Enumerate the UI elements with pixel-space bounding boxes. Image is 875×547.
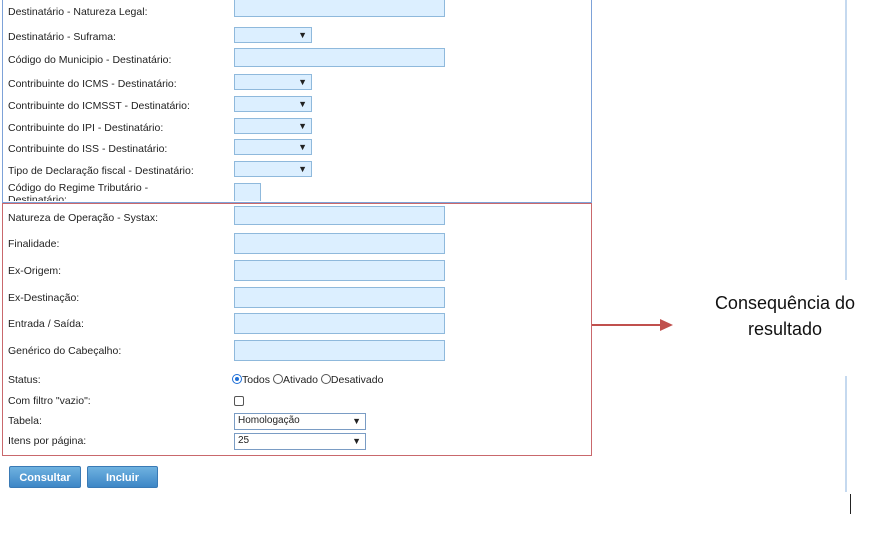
regime-tributario-input[interactable]	[234, 183, 261, 201]
chevron-down-icon: ▼	[298, 121, 307, 131]
field-contribuinte-icmsst: Contribuinte do ICMSST - Destinatário: ▼	[8, 96, 588, 116]
field-label: Genérico do Cabeçalho:	[8, 345, 122, 357]
field-label: Natureza de Operação - Systax:	[8, 212, 158, 224]
field-codigo-municipio: Código do Municipio - Destinatário:	[8, 48, 588, 70]
contribuinte-icms-select[interactable]: ▼	[234, 74, 312, 90]
field-natureza-legal: Destinatário - Natureza Legal:	[8, 0, 588, 22]
field-natureza-operacao: Natureza de Operação - Systax:	[8, 206, 588, 228]
radio-label: Ativado	[282, 374, 318, 386]
field-entrada-saida: Entrada / Saída:	[8, 313, 588, 334]
tabela-value: Homologação	[238, 415, 300, 426]
arrow-right-icon	[660, 319, 673, 331]
status-ativado-radio[interactable]	[272, 374, 283, 384]
field-itens-por-pagina: Itens por página: 25 ▼	[8, 431, 588, 451]
page-edge-line	[845, 376, 847, 492]
field-label: Ex-Destinação:	[8, 292, 80, 304]
annotation-note: Consequência do resultado	[690, 290, 875, 342]
field-label: Status:	[8, 374, 41, 386]
text-cursor	[850, 494, 851, 514]
suframa-select[interactable]: ▼	[234, 27, 312, 43]
field-label: Contribuinte do ISS - Destinatário:	[8, 143, 168, 155]
field-status: Status: Todos Ativado Desativado	[8, 370, 588, 390]
field-tabela: Tabela: Homologação ▼	[8, 411, 588, 431]
chevron-down-icon: ▼	[298, 99, 307, 109]
status-desativado-radio[interactable]	[320, 374, 331, 384]
codigo-municipio-input[interactable]	[234, 48, 445, 67]
field-ex-origem: Ex-Origem:	[8, 260, 588, 281]
field-label: Entrada / Saída:	[8, 318, 84, 330]
finalidade-input[interactable]	[234, 233, 445, 254]
radio-label: Desativado	[330, 374, 384, 386]
status-radio-group: Todos Ativado Desativado	[232, 370, 383, 390]
chevron-down-icon: ▼	[298, 142, 307, 152]
field-label: Tipo de Declaração fiscal - Destinatário…	[8, 165, 194, 177]
field-regime-tributario: Código do Regime Tributário - Destinatár…	[8, 183, 588, 201]
chevron-down-icon: ▼	[352, 416, 361, 426]
tabela-select[interactable]: Homologação ▼	[234, 413, 366, 430]
contribuinte-iss-select[interactable]: ▼	[234, 139, 312, 155]
itens-por-pagina-value: 25	[238, 435, 250, 446]
contribuinte-ipi-select[interactable]: ▼	[234, 118, 312, 134]
field-label: Contribuinte do ICMSST - Destinatário:	[8, 100, 190, 112]
ex-destinacao-input[interactable]	[234, 287, 445, 308]
radio-label: Todos	[242, 374, 271, 386]
entrada-saida-input[interactable]	[234, 313, 445, 334]
incluir-button[interactable]: Incluir	[87, 466, 158, 488]
field-contribuinte-icms: Contribuinte do ICMS - Destinatário: ▼	[8, 74, 588, 94]
tipo-declaracao-select[interactable]: ▼	[234, 161, 312, 177]
field-label: Contribuinte do IPI - Destinatário:	[8, 122, 164, 134]
field-contribuinte-ipi: Contribuinte do IPI - Destinatário: ▼	[8, 118, 588, 138]
field-label: Itens por página:	[8, 435, 87, 447]
consultar-button[interactable]: Consultar	[9, 466, 81, 488]
field-ex-destinacao: Ex-Destinação:	[8, 287, 588, 308]
field-label: Finalidade:	[8, 238, 60, 250]
field-suframa: Destinatário - Suframa: ▼	[8, 27, 588, 47]
field-label: Destinatário - Suframa:	[8, 31, 116, 43]
ex-origem-input[interactable]	[234, 260, 445, 281]
field-finalidade: Finalidade:	[8, 233, 588, 254]
field-label: Com filtro "vazio":	[8, 395, 91, 407]
filtro-vazio-checkbox[interactable]	[234, 396, 244, 406]
field-contribuinte-iss: Contribuinte do ISS - Destinatário: ▼	[8, 139, 588, 159]
field-filtro-vazio: Com filtro "vazio":	[8, 391, 588, 411]
status-todos-radio[interactable]	[232, 374, 242, 384]
itens-por-pagina-select[interactable]: 25 ▼	[234, 433, 366, 450]
chevron-down-icon: ▼	[298, 77, 307, 87]
field-label: Ex-Origem:	[8, 265, 62, 277]
annotation-line-1: Consequência do	[714, 293, 856, 313]
generico-cabecalho-input[interactable]	[234, 340, 445, 361]
field-tipo-declaracao: Tipo de Declaração fiscal - Destinatário…	[8, 161, 588, 181]
field-label: Destinatário - Natureza Legal:	[8, 6, 148, 18]
page-edge-line	[845, 0, 847, 280]
chevron-down-icon: ▼	[298, 164, 307, 174]
natureza-operacao-input[interactable]	[234, 206, 445, 225]
field-label: Contribuinte do ICMS - Destinatário:	[8, 78, 177, 90]
field-label: Código do Regime Tributário - Destinatár…	[8, 183, 149, 201]
annotation-arrow-line	[592, 324, 662, 326]
annotation-line-2: resultado	[747, 319, 823, 339]
field-generico-cabecalho: Genérico do Cabeçalho:	[8, 340, 588, 361]
field-label: Código do Municipio - Destinatário:	[8, 54, 172, 66]
natureza-legal-input[interactable]	[234, 0, 445, 17]
field-label: Tabela:	[8, 415, 42, 427]
chevron-down-icon: ▼	[298, 30, 307, 40]
chevron-down-icon: ▼	[352, 436, 361, 446]
contribuinte-icmsst-select[interactable]: ▼	[234, 96, 312, 112]
